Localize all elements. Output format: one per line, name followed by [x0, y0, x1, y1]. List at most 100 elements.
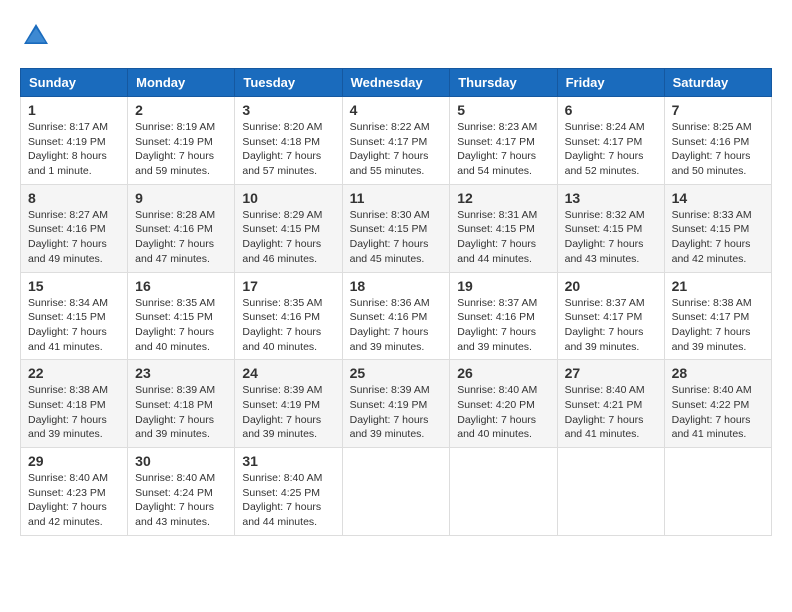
calendar-week-1: 1 Sunrise: 8:17 AMSunset: 4:19 PMDaylight… — [21, 97, 772, 185]
weekday-header-sunday: Sunday — [21, 69, 128, 97]
day-info: Sunrise: 8:25 AMSunset: 4:16 PMDaylight:… — [672, 120, 764, 179]
calendar-week-2: 8Sunrise: 8:27 AMSunset: 4:16 PMDaylight… — [21, 184, 772, 272]
weekday-header-thursday: Thursday — [450, 69, 557, 97]
calendar-cell: 12 Sunrise: 8:31 AMSunset: 4:15 PMDayligh… — [450, 184, 557, 272]
day-info: Sunrise: 8:17 AMSunset: 4:19 PMDaylight:… — [28, 120, 120, 179]
day-info: Sunrise: 8:39 AMSunset: 4:18 PMDaylight:… — [135, 383, 227, 442]
day-info: Sunrise: 8:28 AMSunset: 4:16 PMDaylight:… — [135, 208, 227, 267]
day-number: 3 — [242, 102, 334, 118]
calendar-table: SundayMondayTuesdayWednesdayThursdayFrid… — [20, 68, 772, 536]
calendar-cell: 9 Sunrise: 8:28 AMSunset: 4:16 PMDaylight… — [128, 184, 235, 272]
calendar-cell: 30 Sunrise: 8:40 AMSunset: 4:24 PMDayligh… — [128, 448, 235, 536]
day-number: 11 — [350, 190, 443, 206]
calendar-cell: 18 Sunrise: 8:36 AMSunset: 4:16 PMDayligh… — [342, 272, 450, 360]
calendar-cell: 16 Sunrise: 8:35 AMSunset: 4:15 PMDayligh… — [128, 272, 235, 360]
logo-icon — [20, 20, 52, 52]
weekday-header-friday: Friday — [557, 69, 664, 97]
day-info: Sunrise: 8:33 AMSunset: 4:15 PMDaylight:… — [672, 208, 764, 267]
calendar-cell: 7Sunrise: 8:25 AMSunset: 4:16 PMDaylight… — [664, 97, 771, 185]
day-number: 8 — [28, 190, 120, 206]
day-number: 2 — [135, 102, 227, 118]
day-number: 28 — [672, 365, 764, 381]
day-number: 21 — [672, 278, 764, 294]
day-number: 5 — [457, 102, 549, 118]
day-number: 27 — [565, 365, 657, 381]
calendar-cell: 17 Sunrise: 8:35 AMSunset: 4:16 PMDayligh… — [235, 272, 342, 360]
calendar-cell: 29 Sunrise: 8:40 AMSunset: 4:23 PMDayligh… — [21, 448, 128, 536]
calendar-cell: 11 Sunrise: 8:30 AMSunset: 4:15 PMDayligh… — [342, 184, 450, 272]
day-number: 12 — [457, 190, 549, 206]
calendar-week-5: 29 Sunrise: 8:40 AMSunset: 4:23 PMDayligh… — [21, 448, 772, 536]
weekday-header-tuesday: Tuesday — [235, 69, 342, 97]
day-info: Sunrise: 8:34 AMSunset: 4:15 PMDaylight:… — [28, 296, 120, 355]
day-number: 15 — [28, 278, 120, 294]
day-number: 26 — [457, 365, 549, 381]
day-number: 17 — [242, 278, 334, 294]
day-info: Sunrise: 8:31 AMSunset: 4:15 PMDaylight:… — [457, 208, 549, 267]
calendar-week-4: 22Sunrise: 8:38 AMSunset: 4:18 PMDayligh… — [21, 360, 772, 448]
calendar-cell — [450, 448, 557, 536]
calendar-week-3: 15 Sunrise: 8:34 AMSunset: 4:15 PMDayligh… — [21, 272, 772, 360]
calendar-cell: 6 Sunrise: 8:24 AMSunset: 4:17 PMDaylight… — [557, 97, 664, 185]
day-info: Sunrise: 8:37 AMSunset: 4:16 PMDaylight:… — [457, 296, 549, 355]
day-info: Sunrise: 8:35 AMSunset: 4:16 PMDaylight:… — [242, 296, 334, 355]
calendar-cell: 23 Sunrise: 8:39 AMSunset: 4:18 PMDayligh… — [128, 360, 235, 448]
day-info: Sunrise: 8:40 AMSunset: 4:20 PMDaylight:… — [457, 383, 549, 442]
day-number: 6 — [565, 102, 657, 118]
day-info: Sunrise: 8:40 AMSunset: 4:23 PMDaylight:… — [28, 471, 120, 530]
calendar-cell: 13Sunrise: 8:32 AMSunset: 4:15 PMDayligh… — [557, 184, 664, 272]
day-number: 24 — [242, 365, 334, 381]
calendar-cell: 3 Sunrise: 8:20 AMSunset: 4:18 PMDaylight… — [235, 97, 342, 185]
day-number: 29 — [28, 453, 120, 469]
calendar-cell: 15 Sunrise: 8:34 AMSunset: 4:15 PMDayligh… — [21, 272, 128, 360]
day-info: Sunrise: 8:30 AMSunset: 4:15 PMDaylight:… — [350, 208, 443, 267]
day-info: Sunrise: 8:38 AMSunset: 4:18 PMDaylight:… — [28, 383, 120, 442]
calendar-cell: 28 Sunrise: 8:40 AMSunset: 4:22 PMDayligh… — [664, 360, 771, 448]
day-info: Sunrise: 8:22 AMSunset: 4:17 PMDaylight:… — [350, 120, 443, 179]
day-number: 1 — [28, 102, 120, 118]
calendar-cell — [342, 448, 450, 536]
day-info: Sunrise: 8:39 AMSunset: 4:19 PMDaylight:… — [242, 383, 334, 442]
calendar-cell — [664, 448, 771, 536]
day-number: 30 — [135, 453, 227, 469]
calendar-cell: 31 Sunrise: 8:40 AMSunset: 4:25 PMDayligh… — [235, 448, 342, 536]
day-info: Sunrise: 8:40 AMSunset: 4:24 PMDaylight:… — [135, 471, 227, 530]
day-number: 16 — [135, 278, 227, 294]
calendar-cell: 2 Sunrise: 8:19 AMSunset: 4:19 PMDaylight… — [128, 97, 235, 185]
calendar-cell: 5 Sunrise: 8:23 AMSunset: 4:17 PMDaylight… — [450, 97, 557, 185]
day-number: 14 — [672, 190, 764, 206]
day-info: Sunrise: 8:40 AMSunset: 4:25 PMDaylight:… — [242, 471, 334, 530]
calendar-header-row: SundayMondayTuesdayWednesdayThursdayFrid… — [21, 69, 772, 97]
calendar-cell: 4 Sunrise: 8:22 AMSunset: 4:17 PMDaylight… — [342, 97, 450, 185]
calendar-cell: 26 Sunrise: 8:40 AMSunset: 4:20 PMDayligh… — [450, 360, 557, 448]
day-number: 4 — [350, 102, 443, 118]
weekday-header-monday: Monday — [128, 69, 235, 97]
calendar-cell: 22Sunrise: 8:38 AMSunset: 4:18 PMDayligh… — [21, 360, 128, 448]
calendar-cell: 25 Sunrise: 8:39 AMSunset: 4:19 PMDayligh… — [342, 360, 450, 448]
day-info: Sunrise: 8:40 AMSunset: 4:22 PMDaylight:… — [672, 383, 764, 442]
day-number: 31 — [242, 453, 334, 469]
day-info: Sunrise: 8:39 AMSunset: 4:19 PMDaylight:… — [350, 383, 443, 442]
day-info: Sunrise: 8:24 AMSunset: 4:17 PMDaylight:… — [565, 120, 657, 179]
calendar-cell: 19Sunrise: 8:37 AMSunset: 4:16 PMDayligh… — [450, 272, 557, 360]
weekday-header-saturday: Saturday — [664, 69, 771, 97]
page-header — [20, 20, 772, 52]
day-info: Sunrise: 8:32 AMSunset: 4:15 PMDaylight:… — [565, 208, 657, 267]
day-info: Sunrise: 8:35 AMSunset: 4:15 PMDaylight:… — [135, 296, 227, 355]
day-number: 10 — [242, 190, 334, 206]
day-info: Sunrise: 8:29 AMSunset: 4:15 PMDaylight:… — [242, 208, 334, 267]
day-info: Sunrise: 8:36 AMSunset: 4:16 PMDaylight:… — [350, 296, 443, 355]
calendar-cell: 20Sunrise: 8:37 AMSunset: 4:17 PMDayligh… — [557, 272, 664, 360]
day-info: Sunrise: 8:37 AMSunset: 4:17 PMDaylight:… — [565, 296, 657, 355]
calendar-cell: 14 Sunrise: 8:33 AMSunset: 4:15 PMDayligh… — [664, 184, 771, 272]
day-number: 9 — [135, 190, 227, 206]
day-number: 18 — [350, 278, 443, 294]
weekday-header-wednesday: Wednesday — [342, 69, 450, 97]
calendar-cell: 21 Sunrise: 8:38 AMSunset: 4:17 PMDayligh… — [664, 272, 771, 360]
day-info: Sunrise: 8:38 AMSunset: 4:17 PMDaylight:… — [672, 296, 764, 355]
day-number: 23 — [135, 365, 227, 381]
day-number: 25 — [350, 365, 443, 381]
day-info: Sunrise: 8:23 AMSunset: 4:17 PMDaylight:… — [457, 120, 549, 179]
day-info: Sunrise: 8:19 AMSunset: 4:19 PMDaylight:… — [135, 120, 227, 179]
day-info: Sunrise: 8:20 AMSunset: 4:18 PMDaylight:… — [242, 120, 334, 179]
